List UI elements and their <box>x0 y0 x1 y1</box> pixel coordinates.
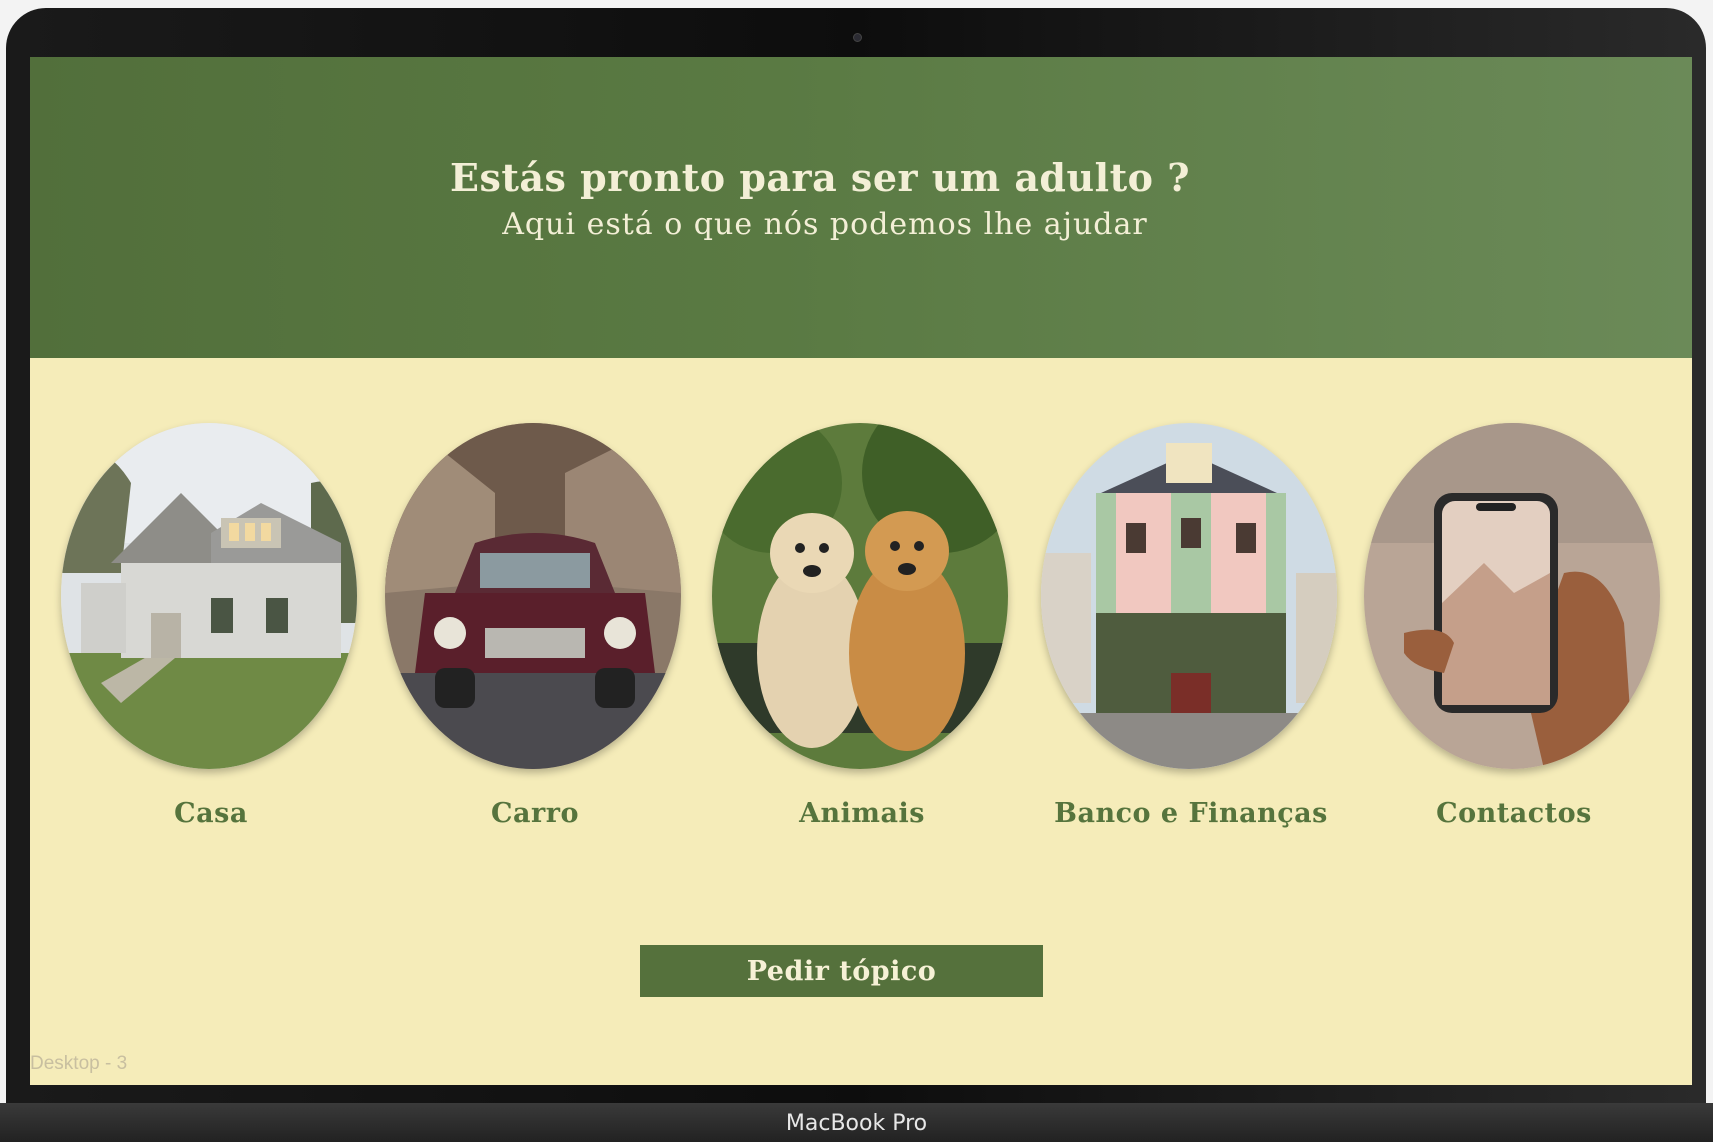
hero-banner: Estás pronto para ser um adulto ? Aqui e… <box>30 57 1692 358</box>
hero-subtitle: Aqui está o que nós podemos lhe ajudar <box>502 207 1148 242</box>
bank-image[interactable] <box>1041 423 1337 769</box>
frame-label: Desktop - 3 <box>30 1053 128 1074</box>
dogs-image[interactable] <box>712 423 1008 769</box>
request-topic-button[interactable]: Pedir tópico <box>640 945 1043 997</box>
app-screen: Estás pronto para ser um adulto ? Aqui e… <box>30 57 1692 1085</box>
topic-label-contactos[interactable]: Contactos <box>1324 798 1692 829</box>
hero-title: Estás pronto para ser um adulto ? <box>450 155 1190 200</box>
topic-card-casa[interactable]: Casa <box>61 423 361 829</box>
device-model-label: MacBook Pro <box>785 1111 928 1136</box>
topic-label-animais[interactable]: Animais <box>672 798 1052 829</box>
topic-card-banco[interactable]: Banco e Finanças <box>1041 423 1341 829</box>
camera-icon <box>853 33 862 42</box>
topic-label-carro[interactable]: Carro <box>345 798 725 829</box>
topic-card-carro[interactable]: Carro <box>385 423 685 829</box>
phone-image[interactable] <box>1364 423 1660 769</box>
car-image[interactable] <box>385 423 681 769</box>
topic-card-animais[interactable]: Animais <box>712 423 1012 829</box>
house-image[interactable] <box>61 423 357 769</box>
topic-card-contactos[interactable]: Contactos <box>1364 423 1664 829</box>
